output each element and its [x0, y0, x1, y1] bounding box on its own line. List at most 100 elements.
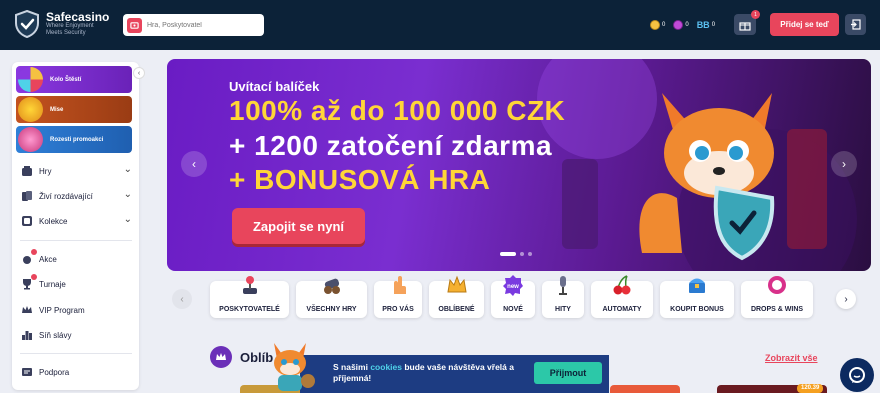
fox-mascot-icon [274, 343, 315, 391]
notification-dot [31, 273, 37, 280]
crown-icon [446, 275, 467, 293]
collection-icon [20, 215, 33, 228]
crown-icon [210, 346, 232, 368]
promo-missions[interactable]: Mise [16, 96, 132, 123]
gift-button[interactable]: 1 [734, 10, 760, 35]
coin-value: 0 [662, 22, 666, 28]
gem-balance[interactable]: 0 [673, 20, 689, 30]
sidebar-collapse-button[interactable]: ‹ [133, 67, 145, 79]
new-badge-icon: new [503, 275, 523, 296]
carousel-dot[interactable] [528, 252, 532, 256]
category-providers[interactable]: POSKYTOVATELÉ [210, 276, 289, 318]
category-favorites[interactable]: OBLÍBENÉ [429, 275, 484, 318]
search-input[interactable] [147, 21, 257, 29]
cookie-accept-button[interactable]: Přijmout [534, 362, 602, 384]
category-new[interactable]: new NOVÉ [491, 275, 535, 318]
cookie-message: S našimi cookies bude vaše návštěva vřel… [333, 362, 523, 384]
category-label: VŠECHNY HRY [306, 306, 357, 313]
fame-icon [20, 329, 33, 342]
show-all-link[interactable]: Zobrazit vše [765, 353, 818, 363]
search-box[interactable] [123, 14, 264, 36]
chevron-down-icon: ⌄ [123, 214, 132, 225]
categories-next-button[interactable]: › [836, 289, 856, 309]
login-button[interactable] [845, 14, 866, 35]
promo-scatter[interactable]: Rozesti promoakci [16, 126, 132, 153]
category-for-you[interactable]: PRO VÁS [374, 276, 422, 318]
category-label: POSKYTOVATELÉ [219, 306, 280, 313]
fox-mascot-illustration [639, 93, 775, 261]
nav-games[interactable]: Hry ⌄ [20, 163, 132, 179]
nav-games-label: Hry [39, 166, 52, 176]
cannon-icon [323, 278, 340, 294]
logo[interactable]: Safecasino Where Enjoyment Meets Securit… [14, 10, 109, 38]
login-icon [851, 19, 861, 30]
svg-text:new: new [507, 284, 519, 290]
categories-prev-button[interactable]: ‹ [172, 289, 192, 309]
nav-live-dealers[interactable]: Živí rozdávající ⌄ [20, 188, 132, 204]
megaphone-icon [20, 248, 37, 266]
nav-support-label: Podpora [39, 367, 70, 377]
nav-vip[interactable]: VIP Program [20, 302, 132, 318]
nav-promotions-label: Akce [39, 254, 57, 264]
drops-wins-icon [768, 276, 786, 294]
banner-headline-2: + 1200 zatočení zdarma [229, 130, 553, 161]
gift-icon [739, 21, 751, 31]
nav-live-dealers-label: Živí rozdávající [39, 191, 93, 201]
chevron-down-icon: ⌄ [123, 189, 132, 200]
category-buy-bonus[interactable]: KOUPIT BONUS [660, 278, 734, 318]
category-slots[interactable]: AUTOMATY [591, 275, 653, 318]
microphone-icon [559, 276, 567, 295]
banner-subtitle: Uvítací balíček [229, 79, 320, 94]
wallet-balances[interactable]: 0 0 BB 0 [650, 15, 715, 35]
carousel-dot[interactable] [500, 252, 516, 256]
nav-hall-of-fame[interactable]: Síň slávy [20, 327, 132, 343]
category-label: KOUPIT BONUS [670, 306, 724, 313]
cherries-icon [613, 275, 631, 295]
nav-tournaments[interactable]: Turnaje [20, 273, 132, 292]
search-icon [127, 17, 142, 33]
top-bar: Safecasino Where Enjoyment Meets Securit… [0, 0, 880, 50]
notification-dot [31, 248, 37, 255]
dice-icon [20, 165, 33, 178]
bb-balance[interactable]: BB 0 [697, 20, 715, 30]
coin-balance[interactable]: 0 [650, 20, 665, 30]
nav-collections-label: Kolekce [39, 216, 68, 226]
sidebar: Kolo Štěstí Mise Rozesti promoakci Hry ⌄… [12, 62, 139, 390]
banner-prev-button[interactable]: ‹ [181, 151, 207, 177]
hand-icon [394, 276, 406, 294]
join-button[interactable]: Přidej se teď [770, 13, 839, 36]
category-hits[interactable]: HITY [542, 276, 584, 318]
promo-wheel[interactable]: Kolo Štěstí [16, 66, 132, 93]
category-all-games[interactable]: VŠECHNY HRY [296, 278, 367, 318]
chevron-down-icon: ⌄ [123, 164, 132, 175]
nav-vip-label: VIP Program [39, 305, 85, 315]
missions-icon [18, 97, 43, 122]
shield-logo-icon [15, 10, 39, 38]
support-icon [20, 366, 33, 379]
gem-icon [673, 20, 684, 30]
game-tile[interactable] [610, 385, 680, 393]
hero-banner[interactable]: Uvítací balíček 100% až do 100 000 CZK +… [167, 59, 871, 271]
game-tile-badge: 120.39 [797, 384, 824, 393]
cookie-banner: S našimi cookies bude vaše návštěva vřel… [274, 343, 609, 393]
gem-value: 0 [685, 22, 689, 28]
treasure-chest-icon [689, 278, 705, 293]
banner-next-button[interactable]: › [831, 151, 857, 177]
cookie-link[interactable]: cookies [370, 362, 402, 372]
divider [20, 240, 132, 241]
category-label: PRO VÁS [382, 306, 414, 313]
chat-support-button[interactable] [840, 358, 874, 392]
carousel-dot[interactable] [520, 252, 524, 256]
nav-tournaments-label: Turnaje [39, 279, 66, 289]
promo-gift-icon [18, 127, 43, 152]
nav-support[interactable]: Podpora [20, 364, 132, 380]
category-label: OBLÍBENÉ [438, 306, 475, 313]
nav-collections[interactable]: Kolekce ⌄ [20, 213, 132, 229]
category-drops-wins[interactable]: DROPS & WINS [741, 276, 813, 318]
nav-promotions[interactable]: Akce [20, 248, 132, 267]
category-bar: POSKYTOVATELÉ VŠECHNY HRY PRO VÁS OBLÍBE… [210, 275, 813, 318]
chat-icon [849, 367, 865, 383]
bb-icon: BB [696, 20, 710, 30]
category-label: AUTOMATY [602, 306, 642, 313]
banner-cta-button[interactable]: Zapojit se nyní [232, 208, 365, 244]
